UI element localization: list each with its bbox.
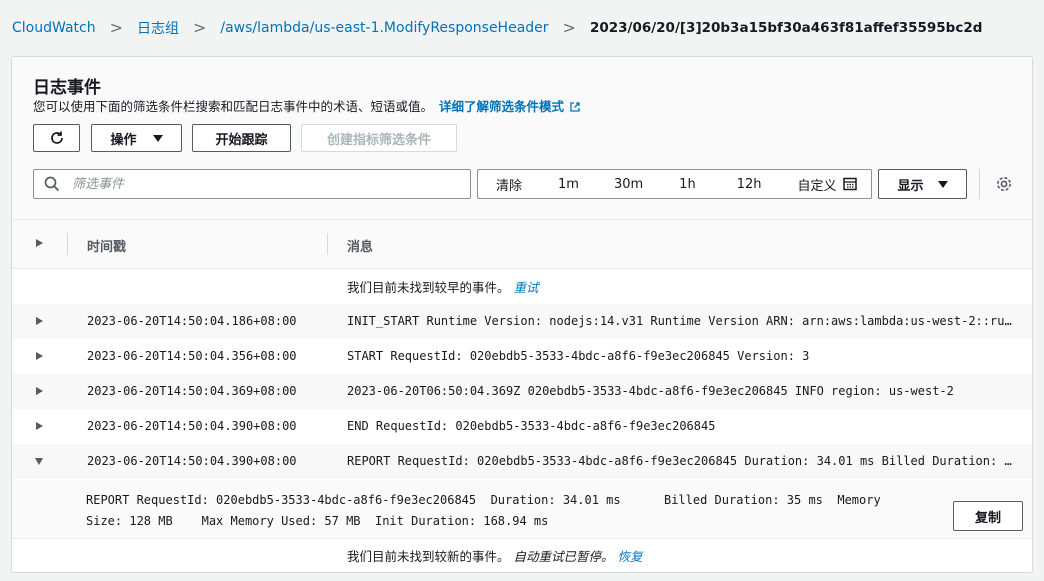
- expand-row-icon[interactable]: [36, 317, 43, 325]
- log-events-panel: 日志事件 您可以使用下面的筛选条件栏搜索和匹配日志事件中的术语、短语或值。 详细了…: [11, 56, 1033, 573]
- log-event-row[interactable]: 2023-06-20T14:50:04.369+08:00 2023-06-20…: [12, 374, 1032, 409]
- learn-more-link[interactable]: 详细了解筛选条件模式: [439, 99, 580, 114]
- log-event-row[interactable]: 2023-06-20T14:50:04.186+08:00 INIT_START…: [12, 304, 1032, 339]
- page-title: 日志事件: [33, 78, 101, 98]
- row-timestamp: 2023-06-20T14:50:04.369+08:00: [87, 384, 297, 398]
- learn-more-label: 详细了解筛选条件模式: [439, 99, 565, 114]
- breadcrumb-current-stream: 2023/06/20/[3]20b3a15bf30a463f81affef355…: [589, 20, 983, 36]
- external-link-icon: [570, 102, 580, 112]
- row-timestamp: 2023-06-20T14:50:04.390+08:00: [87, 454, 297, 468]
- display-dropdown[interactable]: 显示: [878, 169, 967, 199]
- panel-header: 日志事件 您可以使用下面的筛选条件栏搜索和匹配日志事件中的术语、短语或值。 详细了…: [12, 57, 1032, 220]
- panel-description: 您可以使用下面的筛选条件栏搜索和匹配日志事件中的术语、短语或值。 详细了解筛选条件…: [33, 96, 580, 115]
- expanded-event-detail: REPORT RequestId: 020ebdb5-3533-4bdc-a8f…: [12, 480, 1032, 538]
- actions-label: 操作: [110, 132, 137, 148]
- column-divider: [67, 233, 68, 255]
- time-range-selector: 清除 1m 30m 1h 12h 自定义: [477, 169, 872, 199]
- newer-events-notice: 我们目前未找到较新的事件。 自动重试已暂停。 恢复: [12, 538, 1032, 572]
- expand-row-icon[interactable]: [36, 422, 43, 430]
- divider: [979, 169, 980, 199]
- display-label: 显示: [897, 178, 924, 194]
- log-event-row-expanded[interactable]: 2023-06-20T14:50:04.390+08:00 REPORT Req…: [12, 444, 1032, 479]
- range-30m[interactable]: 30m: [614, 177, 643, 192]
- actions-dropdown[interactable]: 操作: [91, 124, 182, 152]
- table-header: 时间戳 消息: [12, 220, 1032, 269]
- older-events-text: 我们目前未找到较早的事件。: [347, 280, 510, 295]
- start-tailing-button[interactable]: 开始跟踪: [192, 124, 291, 152]
- expand-all-icon[interactable]: [36, 239, 43, 247]
- breadcrumb-log-group[interactable]: /aws/lambda/us-east-1.ModifyResponseHead…: [220, 20, 548, 36]
- expanded-message: REPORT RequestId: 020ebdb5-3533-4bdc-a8f…: [86, 490, 906, 531]
- expand-row-icon[interactable]: [36, 352, 43, 360]
- create-metric-filter-button: 创建指标筛选条件: [301, 124, 457, 152]
- range-custom-label: 自定义: [797, 178, 837, 194]
- column-header-message[interactable]: 消息: [347, 236, 373, 255]
- range-1m[interactable]: 1m: [558, 177, 579, 192]
- newer-events-text: 我们目前未找到较新的事件。: [347, 549, 510, 564]
- expanded-line-1: REPORT RequestId: 020ebdb5-3533-4bdc-a8f…: [86, 493, 881, 507]
- row-timestamp: 2023-06-20T14:50:04.390+08:00: [87, 419, 297, 433]
- refresh-button[interactable]: [33, 124, 80, 152]
- expand-row-icon[interactable]: [36, 387, 43, 395]
- caret-down-icon: [152, 134, 163, 142]
- breadcrumb-log-groups[interactable]: 日志组: [137, 18, 179, 38]
- row-timestamp: 2023-06-20T14:50:04.186+08:00: [87, 314, 297, 328]
- range-12h[interactable]: 12h: [737, 177, 762, 192]
- collapse-row-icon[interactable]: [35, 458, 43, 465]
- copy-button[interactable]: 复制: [953, 501, 1023, 531]
- row-message: 2023-06-20T06:50:04.369Z 020ebdb5-3533-4…: [347, 384, 954, 398]
- row-message: START RequestId: 020ebdb5-3533-4bdc-a8f6…: [347, 349, 810, 363]
- auto-retry-status: 自动重试已暂停。: [513, 549, 614, 564]
- chevron-right-icon: >: [192, 18, 207, 37]
- refresh-icon: [50, 131, 63, 144]
- row-message: REPORT RequestId: 020ebdb5-3533-4bdc-a8f…: [347, 454, 1013, 468]
- row-message: END RequestId: 020ebdb5-3533-4bdc-a8f6-f…: [347, 419, 716, 433]
- resume-link[interactable]: 恢复: [618, 549, 643, 564]
- range-1h[interactable]: 1h: [679, 177, 696, 192]
- calendar-icon: [843, 177, 858, 191]
- filter-events-input[interactable]: [70, 170, 470, 198]
- search-box: [33, 169, 471, 199]
- breadcrumb-cloudwatch[interactable]: CloudWatch: [12, 20, 96, 36]
- retry-link[interactable]: 重试: [514, 280, 539, 295]
- gear-icon[interactable]: [995, 175, 1013, 193]
- log-event-row[interactable]: 2023-06-20T14:50:04.390+08:00 END Reques…: [12, 409, 1032, 444]
- search-icon: [44, 176, 60, 192]
- description-text: 您可以使用下面的筛选条件栏搜索和匹配日志事件中的术语、短语或值。: [33, 99, 434, 114]
- caret-down-icon: [937, 180, 948, 188]
- chevron-right-icon: >: [562, 18, 576, 37]
- row-timestamp: 2023-06-20T14:50:04.356+08:00: [87, 349, 297, 363]
- log-event-row[interactable]: 2023-06-20T14:50:04.356+08:00 START Requ…: [12, 339, 1032, 374]
- column-header-timestamp[interactable]: 时间戳: [87, 236, 126, 255]
- chevron-right-icon: >: [109, 18, 123, 37]
- column-divider: [327, 233, 328, 255]
- breadcrumb: CloudWatch > 日志组 > /aws/lambda/us-east-1…: [12, 18, 982, 38]
- range-clear[interactable]: 清除: [496, 175, 522, 194]
- range-custom[interactable]: 自定义: [797, 175, 858, 194]
- row-message: INIT_START Runtime Version: nodejs:14.v3…: [347, 314, 1013, 328]
- expanded-line-2: Size: 128 MB Max Memory Used: 57 MB Init…: [86, 513, 549, 528]
